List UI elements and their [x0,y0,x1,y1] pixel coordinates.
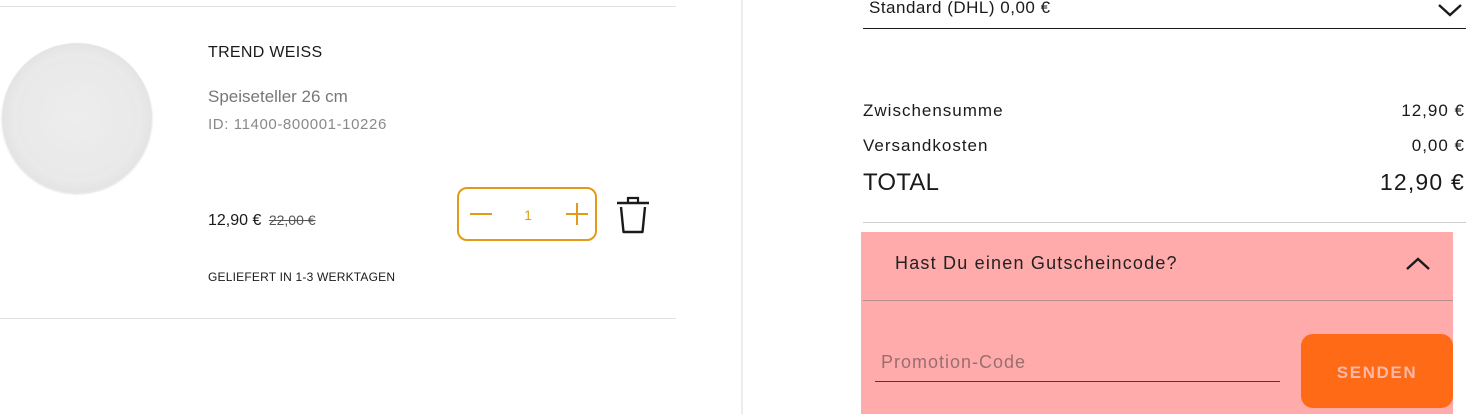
divider [863,222,1466,223]
subtotal-label: Zwischensumme [863,101,1004,120]
column-separator [741,0,743,414]
shipping-cost-value: 0,00 € [1411,136,1465,155]
product-description: Speiseteller 26 cm [208,87,348,106]
delivery-info: GELIEFERT IN 1-3 WERKTAGEN [208,270,396,284]
price: 12,90 € 22,00 € [208,212,316,230]
product-image[interactable] [2,43,152,193]
cart-page: TREND WEISS Speiseteller 26 cm ID: 11400… [0,0,1480,414]
send-button[interactable]: SENDEN [1301,334,1453,408]
trash-icon[interactable] [615,195,651,235]
divider [863,300,1453,301]
chevron-up-icon [1406,256,1430,272]
plus-icon[interactable] [565,202,589,226]
total-label: TOTAL [863,169,940,196]
product-id: ID: 11400-800001-10226 [208,116,387,133]
plate-icon [16,57,138,179]
promo-title: Hast Du einen Gutscheincode? [895,253,1178,273]
promo-code-section: Hast Du einen Gutscheincode? SENDEN [861,232,1453,414]
current-price: 12,90 € [208,212,262,229]
shipping-cost-label: Versandkosten [863,136,989,155]
shipping-select[interactable]: Standard (DHL) 0,00 € [863,0,1466,29]
chevron-down-icon [1438,2,1462,18]
quantity-stepper: 1 [457,187,597,241]
promo-toggle[interactable]: Hast Du einen Gutscheincode? [861,232,1453,300]
subtotal-value: 12,90 € [1401,101,1465,120]
cart-item-panel: TREND WEISS Speiseteller 26 cm ID: 11400… [0,0,676,414]
divider [0,318,676,319]
old-price: 22,00 € [268,212,316,228]
total-value: 12,90 € [1379,169,1465,195]
shipping-selected-option: Standard (DHL) 0,00 € [869,0,1051,17]
promo-code-input[interactable] [875,344,1280,382]
quantity-value[interactable]: 1 [521,207,535,223]
minus-icon[interactable] [469,202,493,226]
product-name[interactable]: TREND WEISS [208,44,322,62]
divider [0,6,676,7]
